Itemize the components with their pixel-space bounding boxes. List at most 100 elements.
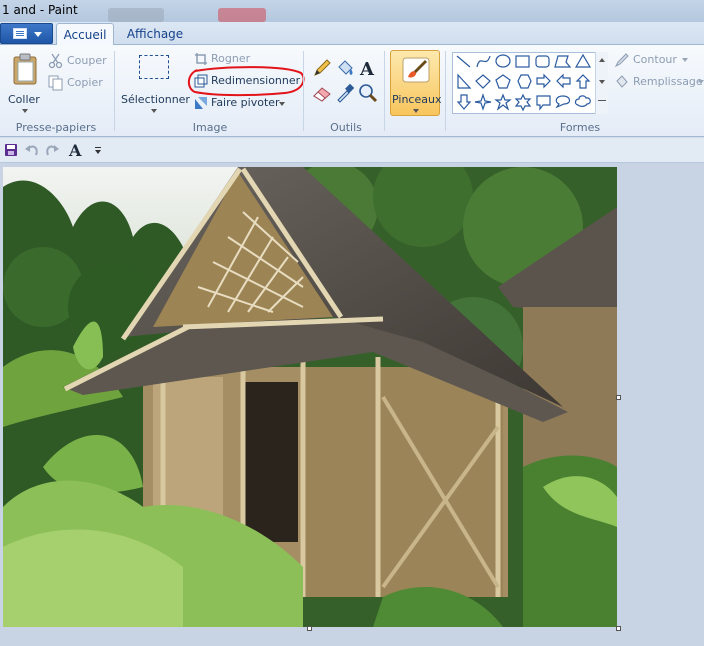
- group-divider: [445, 51, 446, 131]
- left-arrow-shape-icon: [556, 73, 571, 89]
- outline-pen-icon: [614, 53, 629, 68]
- cut-button[interactable]: Couper: [48, 53, 108, 69]
- shapes-gallery: [452, 52, 608, 114]
- ribbon-tabs: Accueil Affichage: [0, 22, 704, 46]
- paint-bucket-icon: [338, 60, 353, 75]
- four-point-star-shape-icon: [474, 93, 492, 111]
- tab-view[interactable]: Affichage: [120, 23, 190, 46]
- group-divider: [114, 51, 115, 131]
- diamond-shape-icon: [475, 74, 491, 89]
- select-label: Sélectionner: [121, 93, 190, 106]
- chevron-down-icon: [151, 109, 157, 113]
- highlight-ring: [187, 66, 305, 97]
- six-point-star-shape-icon: [514, 93, 532, 112]
- selection-icon: [139, 55, 169, 79]
- tools-group-label: Outils: [330, 121, 362, 134]
- pentagon-shape-icon: [495, 74, 511, 89]
- resize-handle-right[interactable]: [616, 395, 621, 400]
- tab-home[interactable]: Accueil: [56, 23, 114, 46]
- polygon-shape-icon: [554, 55, 572, 68]
- rotate-label: Faire pivoter: [211, 96, 280, 109]
- photo-bamboo-hut: [3, 167, 617, 627]
- clipboard-icon: [13, 53, 37, 85]
- scroll-up-icon: [599, 58, 605, 62]
- ribbon: Coller Couper Copier Presse-papiers Séle…: [0, 45, 704, 137]
- chevron-down-icon: [698, 80, 704, 84]
- clipboard-group-label: Presse-papiers: [15, 121, 97, 134]
- chevron-down-icon: [413, 109, 419, 113]
- crop-label: Rogner: [211, 52, 251, 65]
- resize-handle-bottom[interactable]: [307, 626, 312, 631]
- magnifier-tool[interactable]: [357, 82, 379, 104]
- line-shape-icon: [456, 55, 471, 68]
- rounded-rectangle-shape-icon: [535, 55, 550, 68]
- rectangular-callout-shape-icon: [536, 95, 551, 111]
- chevron-down-icon: [22, 109, 28, 113]
- save-icon[interactable]: [4, 143, 18, 157]
- fill-button[interactable]: Remplissage: [614, 74, 704, 90]
- pencil-icon: [314, 59, 331, 76]
- title-bar-blur: [218, 8, 266, 22]
- text-icon: A: [359, 59, 375, 80]
- shapes-grid: [456, 53, 592, 112]
- crop-icon: [195, 53, 207, 65]
- text-format-icon[interactable]: A: [68, 141, 84, 159]
- title-bar-blur: [108, 8, 164, 22]
- outline-button[interactable]: Contour: [614, 52, 702, 68]
- quick-access-toolbar: A: [0, 138, 704, 163]
- eraser-icon: [313, 87, 331, 102]
- cloud-callout-shape-icon: [574, 95, 591, 107]
- redo-icon[interactable]: [44, 143, 60, 157]
- rotate-icon: [195, 97, 207, 109]
- brushes-button[interactable]: Pinceaux: [390, 50, 442, 116]
- five-point-star-shape-icon: [494, 93, 512, 111]
- up-arrow-shape-icon: [575, 74, 591, 89]
- paste-label: Coller: [8, 93, 40, 106]
- undo-icon[interactable]: [24, 143, 40, 157]
- copy-label: Copier: [67, 76, 103, 89]
- fill-label: Remplissage: [633, 75, 703, 88]
- fill-tool[interactable]: [334, 57, 356, 79]
- svg-text:A: A: [68, 141, 82, 159]
- rotate-button[interactable]: Faire pivoter: [194, 96, 288, 112]
- oval-shape-icon: [495, 54, 511, 68]
- brushes-label: Pinceaux: [392, 93, 442, 106]
- drawing-canvas[interactable]: [3, 167, 617, 627]
- paint-menu-button[interactable]: [0, 23, 53, 44]
- scissors-icon: [48, 53, 63, 69]
- right-arrow-shape-icon: [536, 73, 551, 89]
- copy-icon: [48, 75, 63, 91]
- right-triangle-shape-icon: [457, 73, 472, 89]
- magnifier-icon: [359, 84, 378, 103]
- shapes-group-label: Formes: [559, 121, 601, 134]
- color-picker-tool[interactable]: [334, 82, 356, 104]
- curve-shape-icon: [476, 55, 491, 68]
- select-button[interactable]: Sélectionner: [120, 51, 190, 115]
- svg-text:A: A: [359, 59, 375, 79]
- paste-button[interactable]: Coller: [6, 51, 44, 115]
- text-tool[interactable]: A: [357, 57, 379, 80]
- shapes-scrollbar[interactable]: [595, 52, 608, 114]
- chevron-down-icon: [682, 58, 688, 62]
- title-bar: 1 and - Paint: [0, 0, 704, 22]
- window-title: 1 and - Paint: [2, 3, 78, 17]
- gallery-expand-icon: [598, 100, 606, 108]
- menu-icon: [13, 28, 27, 39]
- resize-handle-corner[interactable]: [616, 626, 621, 631]
- chevron-down-icon: [34, 32, 42, 37]
- scroll-down-icon: [599, 80, 605, 84]
- down-arrow-shape-icon: [456, 94, 472, 110]
- image-group-label: Image: [192, 121, 228, 134]
- hexagon-shape-icon: [517, 74, 532, 89]
- eraser-tool[interactable]: [311, 82, 333, 104]
- rectangle-shape-icon: [515, 55, 530, 68]
- oval-callout-shape-icon: [555, 95, 571, 109]
- group-divider: [303, 51, 304, 131]
- triangle-shape-icon: [574, 53, 592, 68]
- pencil-tool[interactable]: [311, 57, 333, 79]
- fill-bucket-icon: [616, 75, 628, 88]
- outline-label: Contour: [633, 53, 677, 66]
- group-divider: [384, 51, 385, 131]
- customize-toolbar-icon[interactable]: [95, 147, 101, 154]
- copy-button[interactable]: Copier: [48, 75, 108, 91]
